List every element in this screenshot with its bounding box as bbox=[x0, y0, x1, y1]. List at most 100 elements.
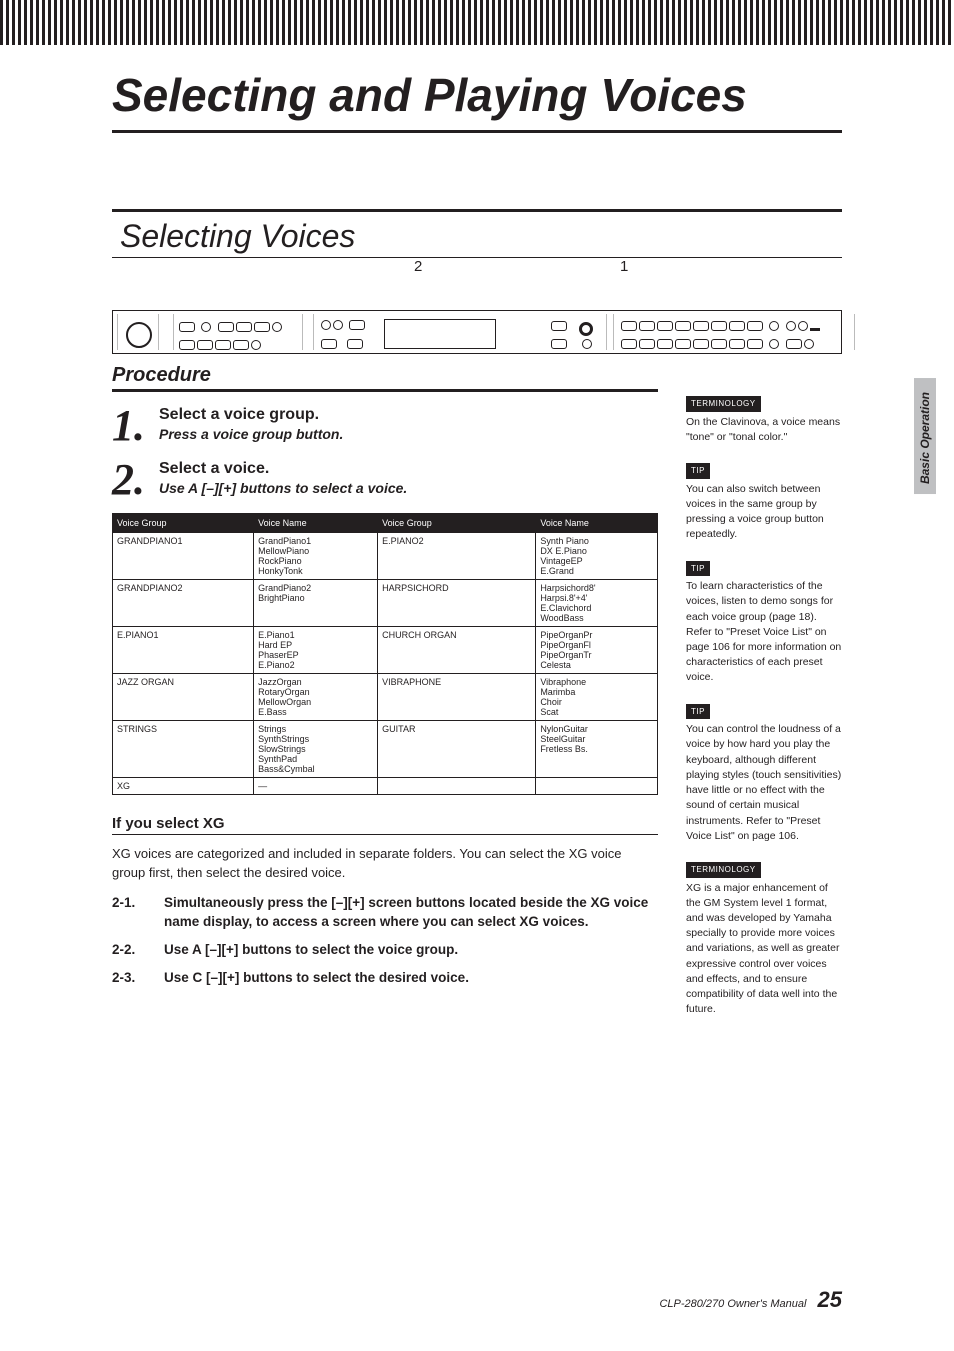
table-cell: GrandPiano1MellowPianoRockPianoHonkyTonk bbox=[254, 533, 378, 580]
substep-number: 2-3. bbox=[112, 968, 146, 988]
tip-label: TIP bbox=[686, 704, 710, 720]
page-title: Selecting and Playing Voices bbox=[112, 68, 842, 133]
button-icon bbox=[321, 320, 331, 330]
table-cell: JazzOrganRotaryOrganMellowOrganE.Bass bbox=[254, 674, 378, 721]
button-icon bbox=[236, 322, 252, 332]
step-number: 1. bbox=[112, 406, 145, 446]
callouts: 2 1 bbox=[112, 258, 842, 280]
table-cell: GRANDPIANO2 bbox=[113, 580, 254, 627]
table-cell: StringsSynthStringsSlowStringsSynthPadBa… bbox=[254, 721, 378, 778]
table-cell: CHURCH ORGAN bbox=[378, 627, 536, 674]
table-cell: HARPSICHORD bbox=[378, 580, 536, 627]
page-number: 25 bbox=[818, 1287, 842, 1312]
table-cell: VIBRAPHONE bbox=[378, 674, 536, 721]
footer-text: CLP-280/270 Owner's Manual bbox=[659, 1298, 806, 1310]
table-cell: Synth PianoDX E.PianoVintageEPE.Grand bbox=[536, 533, 658, 580]
th: Voice Name bbox=[254, 514, 378, 533]
tip-label: TERMINOLOGY bbox=[686, 396, 761, 412]
tip-text: You can control the loudness of a voice … bbox=[686, 722, 842, 844]
tip-text: You can also switch between voices in th… bbox=[686, 482, 842, 543]
callout-1: 1 bbox=[620, 258, 628, 275]
substep: 2-2. Use A [–][+] buttons to select the v… bbox=[112, 940, 658, 960]
step-number: 2. bbox=[112, 460, 145, 500]
substep-text: Use C [–][+] buttons to select the desir… bbox=[164, 968, 469, 988]
button-icon bbox=[251, 340, 261, 350]
substep-text: Simultaneously press the [–][+] screen b… bbox=[164, 893, 658, 932]
xg-substeps: 2-1. Simultaneously press the [–][+] scre… bbox=[112, 893, 658, 987]
dial-icon bbox=[126, 322, 152, 348]
step-1: 1. Select a voice group. Press a voice g… bbox=[112, 406, 658, 446]
step-sub: Press a voice group button. bbox=[159, 426, 343, 442]
table-cell: E.PIANO2 bbox=[378, 533, 536, 580]
table-cell: E.PIANO1 bbox=[113, 627, 254, 674]
tip: TERMINOLOGY XG is a major enhancement of … bbox=[686, 862, 842, 1018]
button-icon bbox=[551, 321, 567, 331]
table-cell bbox=[378, 778, 536, 795]
screen-icon bbox=[384, 319, 496, 349]
button-icon bbox=[233, 340, 249, 350]
table-cell: — bbox=[254, 778, 378, 795]
tip: TIP To learn characteristics of the voice… bbox=[686, 561, 842, 686]
button-icon bbox=[179, 340, 195, 350]
table-cell: VibraphoneMarimbaChoirScat bbox=[536, 674, 658, 721]
button-icon bbox=[321, 339, 337, 349]
tip-label: TIP bbox=[686, 463, 710, 479]
voice-table: Voice Group Voice Name Voice Group Voice… bbox=[112, 513, 658, 795]
button-icon bbox=[333, 320, 343, 330]
table-cell: JAZZ ORGAN bbox=[113, 674, 254, 721]
table-cell bbox=[536, 778, 658, 795]
xg-text: XG voices are categorized and included i… bbox=[112, 845, 658, 883]
table-cell: STRINGS bbox=[113, 721, 254, 778]
table-cell: GRANDPIANO1 bbox=[113, 533, 254, 580]
tips-column: TERMINOLOGY On the Clavinova, a voice mea… bbox=[686, 364, 842, 1036]
panel-diagram bbox=[112, 310, 842, 354]
step-2: 2. Select a voice. Use A [–][+] buttons … bbox=[112, 460, 658, 500]
tip-text: On the Clavinova, a voice means "tone" o… bbox=[686, 415, 842, 445]
procedure-column: Procedure 1. Select a voice group. Press… bbox=[112, 364, 658, 1036]
button-icon bbox=[272, 322, 282, 332]
table-cell: PipeOrganPrPipeOrganFlPipeOrganTrCelesta bbox=[536, 627, 658, 674]
substep-number: 2-1. bbox=[112, 893, 146, 932]
button-icon bbox=[254, 322, 270, 332]
callout-2: 2 bbox=[414, 258, 422, 275]
button-icon bbox=[179, 322, 195, 332]
button-icon bbox=[349, 320, 365, 330]
tip: TIP You can also switch between voices in… bbox=[686, 463, 842, 542]
tip: TIP You can control the loudness of a voi… bbox=[686, 704, 842, 844]
step-title: Select a voice group. bbox=[159, 406, 343, 424]
substep-text: Use A [–][+] buttons to select the voice… bbox=[164, 940, 458, 960]
tip: TERMINOLOGY On the Clavinova, a voice mea… bbox=[686, 396, 842, 445]
barcode-decoration bbox=[0, 0, 954, 45]
table-cell: E.Piano1Hard EPPhaserEPE.Piano2 bbox=[254, 627, 378, 674]
step-title: Select a voice. bbox=[159, 460, 407, 478]
button-icon bbox=[215, 340, 231, 350]
th: Voice Group bbox=[378, 514, 536, 533]
substep-number: 2-2. bbox=[112, 940, 146, 960]
xg-heading: If you select XG bbox=[112, 815, 658, 835]
button-icon bbox=[582, 339, 592, 349]
table-cell: GUITAR bbox=[378, 721, 536, 778]
procedure-heading: Procedure bbox=[112, 364, 658, 392]
step-sub: Use A [–][+] buttons to select a voice. bbox=[159, 480, 407, 496]
table-cell: GrandPiano2BrightPiano bbox=[254, 580, 378, 627]
substep: 2-1. Simultaneously press the [–][+] scre… bbox=[112, 893, 658, 932]
section-tab: Basic Operation bbox=[914, 378, 936, 494]
section-title: Selecting Voices bbox=[112, 209, 842, 258]
footer: CLP-280/270 Owner's Manual 25 bbox=[659, 1287, 842, 1313]
button-icon bbox=[197, 340, 213, 350]
tip-label: TERMINOLOGY bbox=[686, 862, 761, 878]
table-cell: NylonGuitarSteelGuitarFretless Bs. bbox=[536, 721, 658, 778]
th: Voice Name bbox=[536, 514, 658, 533]
tip-text: XG is a major enhancement of the GM Syst… bbox=[686, 881, 842, 1018]
table-cell: Harpsichord8'Harpsi.8'+4'E.ClavichordWoo… bbox=[536, 580, 658, 627]
tip-label: TIP bbox=[686, 561, 710, 577]
th: Voice Group bbox=[113, 514, 254, 533]
substep: 2-3. Use C [–][+] buttons to select the d… bbox=[112, 968, 658, 988]
button-icon bbox=[218, 322, 234, 332]
button-icon bbox=[579, 322, 593, 336]
tip-text: To learn characteristics of the voices, … bbox=[686, 579, 842, 686]
table-cell: XG bbox=[113, 778, 254, 795]
page: Selecting and Playing Voices Basic Opera… bbox=[0, 0, 954, 1351]
button-icon bbox=[347, 339, 363, 349]
button-icon bbox=[201, 322, 211, 332]
